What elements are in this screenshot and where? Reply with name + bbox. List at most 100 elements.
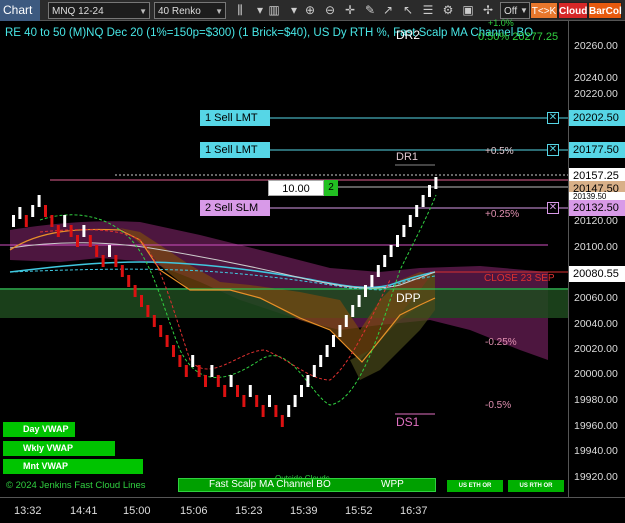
renko-bar bbox=[159, 325, 163, 337]
x-tick: 15:06 bbox=[180, 505, 208, 517]
renko-bar bbox=[351, 305, 355, 317]
renko-bar bbox=[178, 355, 182, 367]
instrument-label: MNQ 12-24 bbox=[52, 6, 104, 17]
renko-bar bbox=[255, 395, 259, 407]
renko-bar bbox=[428, 185, 431, 197]
renko-bar bbox=[434, 177, 438, 189]
y-tick: 20220.00 bbox=[574, 88, 618, 100]
bar-type-selector[interactable]: 40 Renko ▼ bbox=[154, 2, 226, 19]
copyright-label: © 2024 Jenkins Fast Cloud Lines bbox=[6, 480, 146, 491]
dr2-label: DR2 bbox=[396, 28, 421, 42]
drawing-tools-icon[interactable]: ✎ bbox=[360, 2, 380, 19]
plus-one-pct-label: +1.0% bbox=[488, 18, 514, 28]
bars-icon[interactable]: ⫼ bbox=[230, 2, 250, 19]
top-right-pct-label: 0.50% 20277.25 bbox=[478, 31, 559, 43]
renko-bar bbox=[88, 235, 92, 247]
us-eth-or-button[interactable]: US ETH OR bbox=[447, 480, 503, 492]
chevron-down-icon[interactable]: ▼ bbox=[518, 2, 530, 19]
renko-bar bbox=[261, 405, 265, 417]
us-rth-or-button[interactable]: US RTH OR bbox=[508, 480, 564, 492]
renko-bar bbox=[37, 195, 41, 207]
renko-bar bbox=[312, 365, 316, 377]
renko-bar bbox=[210, 365, 214, 377]
sell-lmt-1-price: 20202.50 bbox=[569, 110, 625, 126]
quantity-field[interactable]: 10.00 bbox=[268, 180, 324, 196]
chart-tab[interactable]: Chart bbox=[0, 0, 40, 21]
renko-bar bbox=[287, 405, 291, 417]
renko-bar bbox=[108, 245, 111, 257]
x-tick: 15:23 bbox=[235, 505, 263, 517]
list-icon[interactable]: ☰ bbox=[418, 2, 438, 19]
renko-bar bbox=[383, 255, 387, 267]
y-tick: 20000.00 bbox=[574, 368, 618, 380]
renko-bar bbox=[274, 405, 278, 417]
renko-bar bbox=[133, 285, 137, 297]
y-tick: 19980.00 bbox=[574, 394, 618, 406]
chart-trader-icon[interactable]: ✢ bbox=[478, 2, 498, 19]
instrument-selector[interactable]: MNQ 12-24 ▼ bbox=[48, 2, 150, 19]
renko-bar bbox=[319, 355, 323, 367]
renko-bar bbox=[389, 245, 393, 257]
sell-slm-order[interactable]: 2 Sell SLM bbox=[200, 200, 270, 216]
renko-bar bbox=[146, 305, 150, 317]
renko-bar bbox=[12, 215, 15, 227]
bar-type-label: 40 Renko bbox=[158, 6, 201, 17]
sell-lmt-2-price: 20177.50 bbox=[569, 142, 625, 158]
x-tick: 15:52 bbox=[345, 505, 373, 517]
y-tick: 20060.00 bbox=[574, 292, 618, 304]
cancel-order-1-close-icon[interactable]: ✕ bbox=[547, 112, 559, 124]
chart-style-icon[interactable]: ▥ bbox=[264, 2, 284, 19]
plus-half-pct-label: +0.5% bbox=[485, 146, 514, 157]
renko-bar bbox=[236, 385, 239, 397]
renko-bar bbox=[280, 415, 284, 427]
dr1-label: DR1 bbox=[396, 151, 419, 163]
wkly-vwap-button[interactable]: Wkly VWAP bbox=[3, 441, 115, 456]
renko-bar bbox=[364, 285, 367, 297]
x-tick: 15:39 bbox=[290, 505, 318, 517]
renko-bar bbox=[229, 375, 233, 387]
arrow-icon[interactable]: ↗ bbox=[378, 2, 398, 19]
cancel-order-2-close-icon[interactable]: ✕ bbox=[547, 144, 559, 156]
sell-lmt-2-order[interactable]: 1 Sell LMT bbox=[200, 142, 270, 158]
renko-bar bbox=[376, 265, 380, 277]
mnt-vwap-button[interactable]: Mnt VWAP bbox=[3, 459, 143, 474]
renko-bar bbox=[204, 375, 207, 387]
renko-bar bbox=[402, 225, 406, 237]
properties-icon[interactable]: ▣ bbox=[458, 2, 478, 19]
chevron-down-icon: ▼ bbox=[215, 7, 223, 16]
close-23-sep-label: CLOSE 23 SEP bbox=[484, 273, 555, 284]
zoom-out-icon[interactable]: ⊖ bbox=[320, 2, 340, 19]
minus-quarter-pct-label: -0.25% bbox=[485, 337, 517, 348]
fast-scalp-button[interactable]: Fast Scalp MA Channel BO WPP bbox=[178, 478, 436, 492]
renko-bar bbox=[18, 207, 22, 219]
zoom-in-icon[interactable]: ⊕ bbox=[300, 2, 320, 19]
price-chart[interactable] bbox=[0, 21, 568, 497]
renko-bar bbox=[152, 315, 156, 327]
pointer-icon[interactable]: ↖ bbox=[398, 2, 418, 19]
chart-toolbar: Chart MNQ 12-24 ▼ 40 Renko ▼ ⫼ ▾ ▥ ▾ ⊕ ⊖… bbox=[0, 0, 625, 21]
y-tick: 20100.00 bbox=[574, 241, 618, 253]
minus-half-pct-label: -0.5% bbox=[485, 400, 512, 411]
chevron-down-icon: ▼ bbox=[139, 7, 147, 16]
renko-bar bbox=[120, 265, 124, 277]
renko-bar bbox=[293, 395, 297, 407]
day-vwap-button[interactable]: Day VWAP bbox=[3, 422, 75, 437]
sell-lmt-1-order[interactable]: 1 Sell LMT bbox=[200, 110, 270, 126]
cloud-button[interactable]: Cloud bbox=[558, 2, 588, 19]
ds1-label: DS1 bbox=[396, 415, 420, 429]
renko-bar bbox=[197, 365, 201, 377]
barcol-button[interactable]: BarCol bbox=[588, 2, 622, 19]
tk-button[interactable]: T<>K bbox=[530, 2, 558, 19]
renko-bar bbox=[44, 205, 47, 217]
renko-bar bbox=[370, 275, 374, 287]
fast-scalp-label: Fast Scalp MA Channel BO bbox=[209, 479, 331, 490]
renko-bar bbox=[50, 215, 54, 227]
cancel-slm-close-icon[interactable]: ✕ bbox=[547, 202, 559, 214]
renko-bar bbox=[300, 385, 303, 397]
renko-bar bbox=[127, 275, 131, 287]
renko-bar bbox=[184, 365, 188, 377]
strategy-icon[interactable]: ⚙ bbox=[438, 2, 458, 19]
crosshair-icon[interactable]: ✛ bbox=[340, 2, 360, 19]
renko-bar bbox=[63, 215, 67, 227]
x-tick: 16:37 bbox=[400, 505, 428, 517]
